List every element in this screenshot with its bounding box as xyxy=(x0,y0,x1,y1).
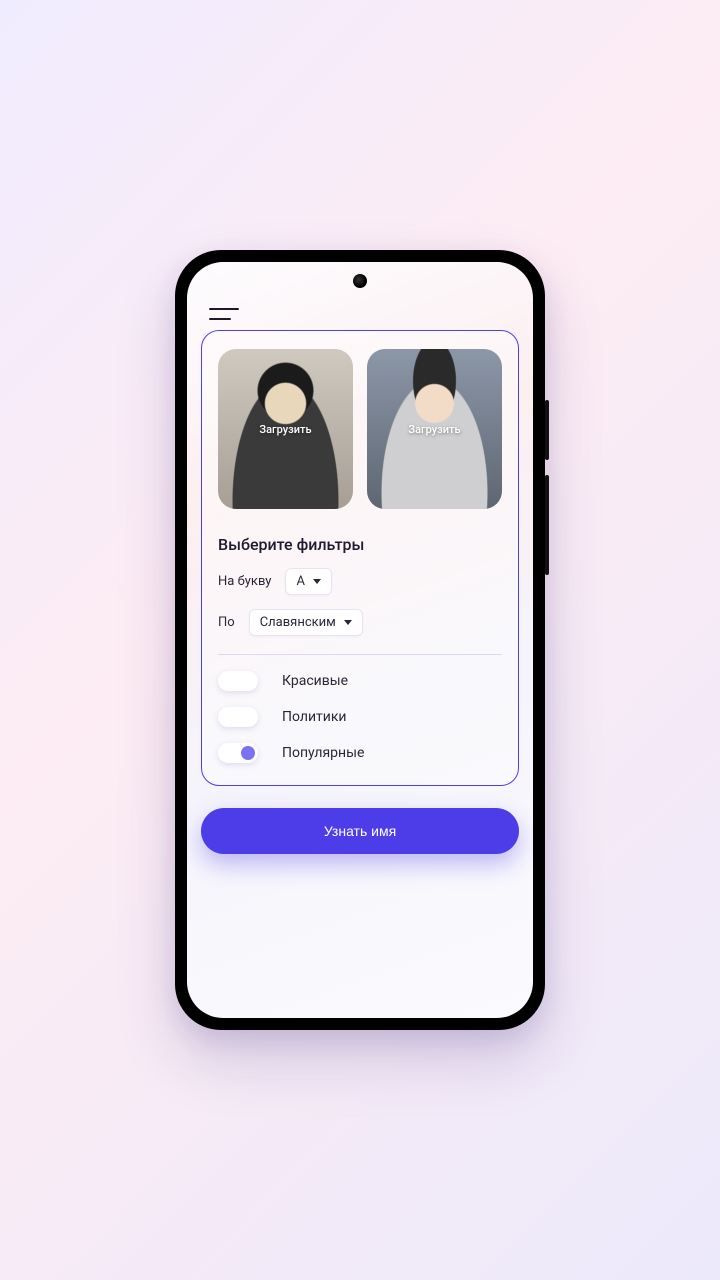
upload-photo-right[interactable]: Загрузить xyxy=(367,349,502,509)
photo-upload-row: Загрузить Загрузить xyxy=(218,349,502,509)
toggle-label: Красивые xyxy=(282,673,348,689)
filter-card: Загрузить Загрузить Выберите фильтры На … xyxy=(201,330,519,786)
toggle-label: Популярные xyxy=(282,745,364,761)
divider xyxy=(218,654,502,655)
filters-title: Выберите фильтры xyxy=(218,535,502,554)
origin-select-value: Славянским xyxy=(260,615,336,630)
top-bar xyxy=(187,262,533,330)
toggle-popular[interactable] xyxy=(218,743,258,763)
letter-select[interactable]: А xyxy=(285,568,331,595)
chevron-down-icon xyxy=(344,620,352,625)
phone-frame: Загрузить Загрузить Выберите фильтры На … xyxy=(175,250,545,1030)
menu-icon[interactable] xyxy=(209,308,239,320)
upload-label: Загрузить xyxy=(408,423,460,436)
side-button xyxy=(545,475,549,575)
filter-label-origin: По xyxy=(218,615,235,630)
toggle-beautiful[interactable] xyxy=(218,671,258,691)
upload-label: Загрузить xyxy=(259,423,311,436)
screen: Загрузить Загрузить Выберите фильтры На … xyxy=(187,262,533,1018)
toggle-label: Политики xyxy=(282,709,347,725)
upload-photo-left[interactable]: Загрузить xyxy=(218,349,353,509)
side-button xyxy=(545,400,549,460)
toggle-row: Красивые xyxy=(218,671,502,691)
filter-row-letter: На букву А xyxy=(218,568,502,595)
chevron-down-icon xyxy=(313,579,321,584)
submit-button[interactable]: Узнать имя xyxy=(201,808,519,854)
toggle-politicians[interactable] xyxy=(218,707,258,727)
front-camera xyxy=(353,274,367,288)
origin-select[interactable]: Славянским xyxy=(249,609,363,636)
filter-row-origin: По Славянским xyxy=(218,609,502,636)
toggle-row: Популярные xyxy=(218,743,502,763)
letter-select-value: А xyxy=(296,574,304,589)
toggle-row: Политики xyxy=(218,707,502,727)
filter-label-letter: На букву xyxy=(218,574,271,589)
